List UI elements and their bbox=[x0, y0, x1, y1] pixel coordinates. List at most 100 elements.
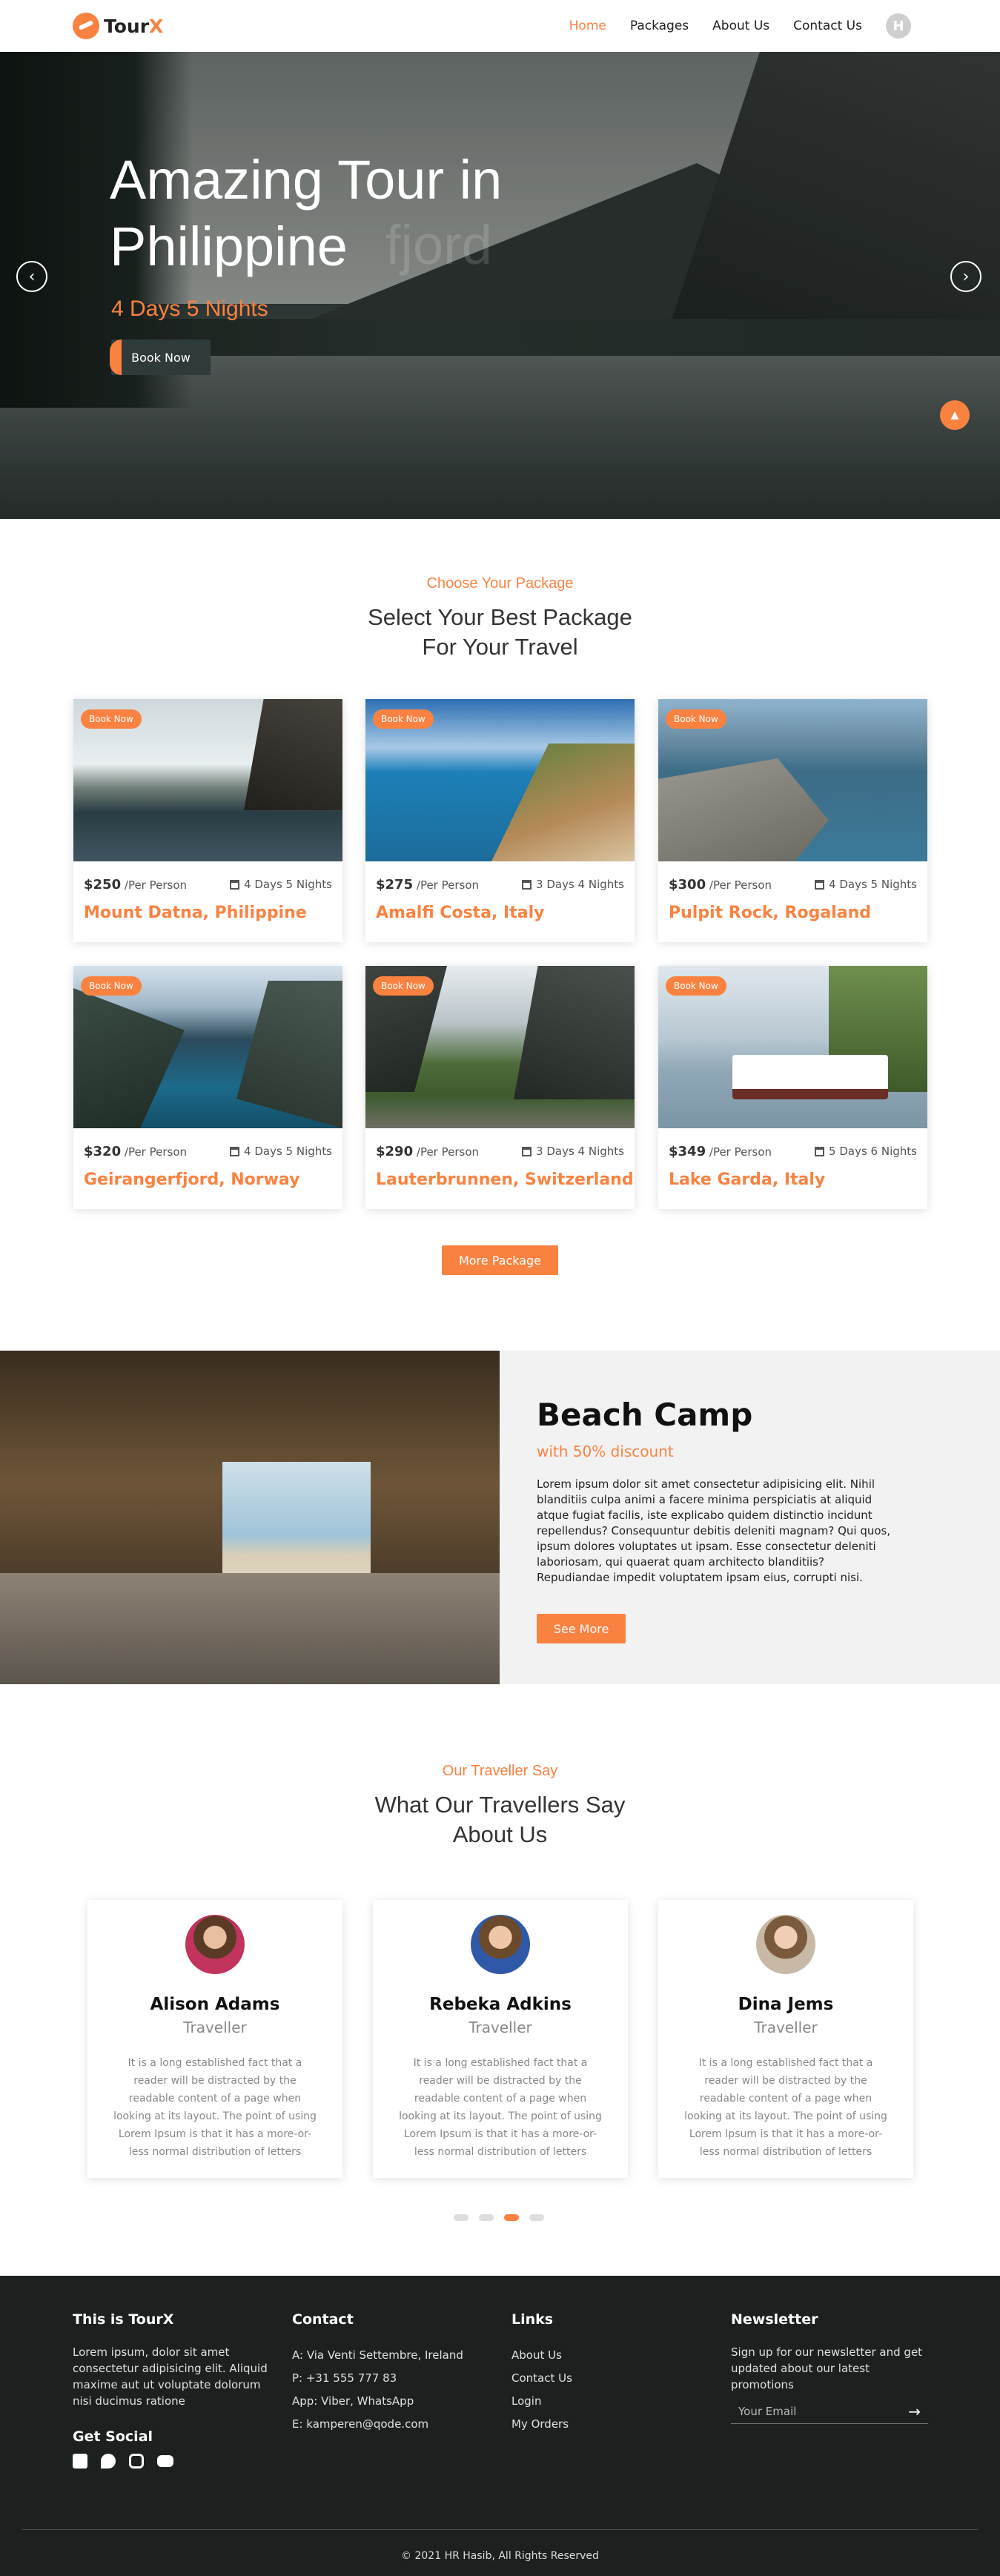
logo-icon bbox=[73, 13, 99, 39]
footer-contact-title: Contact bbox=[292, 2311, 354, 2328]
footer-link-orders[interactable]: My Orders bbox=[511, 2413, 572, 2436]
traveller-name: Alison Adams bbox=[150, 1995, 280, 2014]
book-now-badge[interactable]: Book Now bbox=[373, 709, 434, 729]
beach-camp-discount: with 50% discount bbox=[537, 1443, 674, 1460]
youtube-icon[interactable] bbox=[157, 2455, 173, 2467]
footer-about-text: Lorem ipsum, dolor sit amet consectetur … bbox=[73, 2345, 268, 2408]
email-placeholder: Your Email bbox=[738, 2404, 797, 2418]
nav-packages-link[interactable]: Packages bbox=[630, 19, 689, 33]
footer-about: This is TourX Lorem ipsum, dolor sit ame… bbox=[73, 2311, 273, 2469]
packages-kicker: Choose Your Package bbox=[426, 575, 574, 592]
package-name[interactable]: Lake Garda, Italy bbox=[669, 1171, 825, 1189]
beach-camp-panel: Beach Camp with 50% discount Lorem ipsum… bbox=[500, 1351, 1000, 1684]
traveller-role: Traveller bbox=[183, 2019, 247, 2036]
book-now-badge[interactable]: Book Now bbox=[81, 709, 142, 729]
packages-title-line2: For Your Travel bbox=[422, 634, 578, 660]
footer-link-login[interactable]: Login bbox=[511, 2390, 572, 2413]
package-price: $300 /Per Person bbox=[669, 877, 772, 893]
more-package-button[interactable]: More Package bbox=[442, 1245, 558, 1275]
testimonial-text: It is a long established fact that a rea… bbox=[399, 2057, 602, 2158]
package-card[interactable]: Book Now $320 /Per Person 4 Days 5 Night… bbox=[73, 966, 342, 1209]
testimonials-kicker: Our Traveller Say bbox=[442, 1763, 558, 1779]
nav-home-link[interactable]: Home bbox=[569, 19, 606, 33]
twitter-icon[interactable] bbox=[101, 2454, 116, 2469]
calendar-icon bbox=[230, 1146, 240, 1156]
nav-about-link[interactable]: About Us bbox=[712, 19, 769, 33]
hero-title: Amazing Tour in Philippine bbox=[110, 149, 503, 277]
package-duration: 4 Days 5 Nights bbox=[230, 878, 332, 891]
slider-prev-icon[interactable]: ‹ bbox=[16, 261, 47, 292]
package-name[interactable]: Lauterbrunnen, Switzerland bbox=[376, 1171, 634, 1189]
footer-newsletter-title: Newsletter bbox=[731, 2311, 818, 2328]
testimonial-card: Alison Adams Traveller It is a long esta… bbox=[87, 1900, 342, 2178]
package-duration: 5 Days 6 Nights bbox=[815, 1145, 917, 1158]
footer-links-title: Links bbox=[511, 2311, 554, 2328]
submit-arrow-icon[interactable]: → bbox=[908, 2403, 921, 2420]
package-card[interactable]: Book Now $290 /Per Person 3 Days 4 Night… bbox=[365, 966, 635, 1209]
contact-apps: App: Viber, WhatsApp bbox=[292, 2394, 414, 2408]
calendar-icon bbox=[522, 879, 532, 890]
beach-camp-title: Beach Camp bbox=[537, 1397, 753, 1433]
package-card[interactable]: Book Now $250 /Per Person 4 Days 5 Night… bbox=[73, 699, 342, 942]
footer-divider bbox=[22, 2529, 978, 2530]
traveller-name: Dina Jems bbox=[738, 1995, 834, 2014]
traveller-avatar bbox=[185, 1915, 245, 1974]
book-now-badge[interactable]: Book Now bbox=[81, 976, 142, 996]
instagram-icon[interactable] bbox=[129, 2454, 144, 2469]
package-duration: 3 Days 4 Nights bbox=[522, 1145, 624, 1158]
book-now-badge[interactable]: Book Now bbox=[373, 976, 434, 996]
calendar-icon bbox=[230, 879, 240, 890]
package-duration: 3 Days 4 Nights bbox=[522, 878, 624, 891]
calendar-icon bbox=[815, 1146, 825, 1156]
hero-book-button[interactable]: Book Now bbox=[110, 340, 211, 375]
contact-email: E: kamperen@qode.com bbox=[292, 2417, 429, 2431]
package-price: $290 /Per Person bbox=[376, 1144, 480, 1159]
hero-slider: fjord Amazing Tour in Philippine 4 Days … bbox=[0, 52, 1000, 519]
package-name[interactable]: Amalfi Costa, Italy bbox=[376, 904, 544, 922]
package-card[interactable]: Book Now $275 /Per Person 3 Days 4 Night… bbox=[365, 699, 635, 942]
footer-link-contact[interactable]: Contact Us bbox=[511, 2367, 572, 2390]
testimonial-card: Rebeka Adkins Traveller It is a long est… bbox=[373, 1900, 628, 2178]
book-now-badge[interactable]: Book Now bbox=[666, 709, 726, 729]
package-name[interactable]: Mount Datna, Philippine bbox=[84, 904, 307, 922]
newsletter-email-field[interactable]: Your Email → bbox=[731, 2399, 928, 2424]
carousel-dot[interactable] bbox=[479, 2214, 494, 2221]
brand-name-part2: X bbox=[149, 15, 164, 37]
carousel-dot-active[interactable] bbox=[504, 2214, 519, 2221]
footer-newsletter: Newsletter Sign up for our newsletter an… bbox=[731, 2311, 928, 2424]
top-nav: Tour X Home Packages About Us Contact Us … bbox=[0, 0, 1000, 52]
testimonial-text: It is a long established fact that a rea… bbox=[684, 2057, 887, 2158]
package-name[interactable]: Pulpit Rock, Rogaland bbox=[669, 904, 871, 922]
package-card[interactable]: Book Now $300 /Per Person 4 Days 5 Night… bbox=[658, 699, 927, 942]
carousel-dot[interactable] bbox=[529, 2214, 544, 2221]
nav-contact-link[interactable]: Contact Us bbox=[793, 19, 862, 33]
testimonials-title-line2: About Us bbox=[452, 1821, 548, 1847]
contact-phone: P: +31 555 777 83 bbox=[292, 2371, 397, 2385]
footer-links: Links About Us Contact Us Login My Order… bbox=[511, 2311, 572, 2436]
copyright: © 2021 HR Hasib, All Rights Reserved bbox=[401, 2550, 599, 2562]
footer-social-title: Get Social bbox=[73, 2428, 153, 2445]
package-price: $275 /Per Person bbox=[376, 877, 480, 893]
footer-link-about[interactable]: About Us bbox=[511, 2344, 572, 2367]
footer-contact: Contact A: Via Venti Settembre, Ireland … bbox=[292, 2311, 463, 2436]
book-now-badge[interactable]: Book Now bbox=[666, 976, 726, 996]
newsletter-text: Sign up for our newsletter and get updat… bbox=[731, 2345, 923, 2391]
slider-next-icon[interactable]: › bbox=[950, 261, 981, 292]
brand-logo[interactable]: Tour X bbox=[73, 13, 163, 39]
traveller-role: Traveller bbox=[754, 2019, 818, 2036]
beach-camp-image bbox=[0, 1351, 500, 1684]
scroll-top-icon[interactable]: ▲ bbox=[940, 400, 970, 430]
traveller-avatar bbox=[756, 1915, 815, 1974]
footer: This is TourX Lorem ipsum, dolor sit ame… bbox=[0, 2276, 1000, 2576]
carousel-dot[interactable] bbox=[454, 2214, 468, 2221]
user-avatar[interactable]: H bbox=[886, 13, 911, 39]
testimonial-text: It is a long established fact that a rea… bbox=[113, 2057, 317, 2158]
see-more-button[interactable]: See More bbox=[537, 1614, 626, 1643]
package-price: $250 /Per Person bbox=[84, 877, 188, 893]
facebook-icon[interactable] bbox=[73, 2454, 87, 2469]
package-name[interactable]: Geirangerfjord, Norway bbox=[84, 1171, 299, 1189]
package-duration: 4 Days 5 Nights bbox=[230, 1145, 332, 1158]
package-card[interactable]: Book Now $349 /Per Person 5 Days 6 Night… bbox=[658, 966, 927, 1209]
brand-name-part1: Tour bbox=[104, 15, 150, 37]
testimonial-card: Dina Jems Traveller It is a long establi… bbox=[658, 1900, 913, 2178]
